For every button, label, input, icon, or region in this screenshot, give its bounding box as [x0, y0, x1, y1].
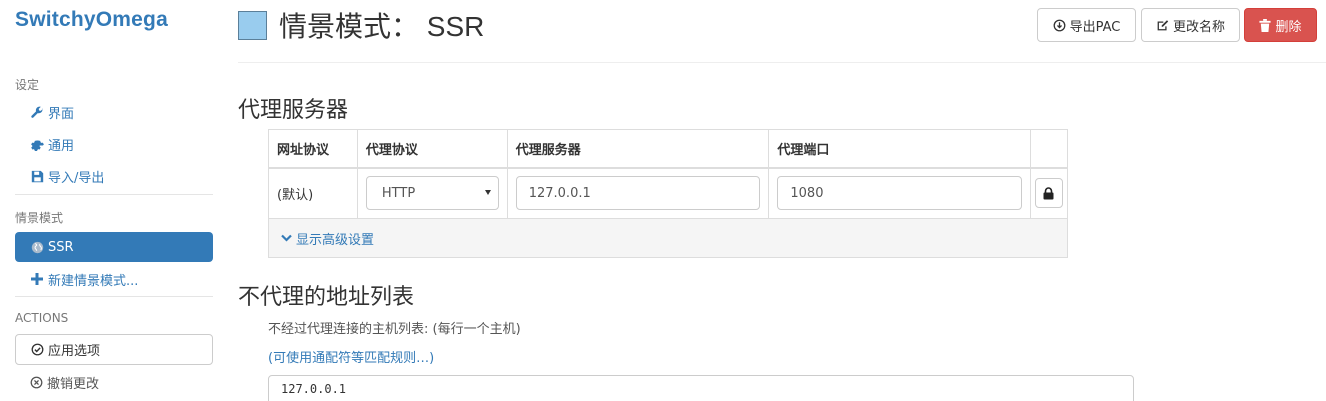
actions-cell — [1029, 167, 1069, 219]
edit-icon — [1156, 19, 1169, 32]
delete-label: 删除 — [1275, 19, 1302, 35]
column-header-actions — [1029, 129, 1069, 169]
table-header-row: 网址协议 代理协议 代理服务器 代理端口 — [268, 129, 1069, 169]
floppy-icon — [29, 168, 45, 184]
protocol-cell: HTTP — [356, 167, 508, 219]
proxy-server-input[interactable]: 127.0.0.1 — [515, 176, 761, 211]
lock-icon — [1043, 187, 1054, 200]
discard-changes-label: 撤销更改 — [47, 376, 100, 392]
trash-icon — [1259, 18, 1272, 32]
protocol-select[interactable]: HTTP — [365, 176, 499, 211]
gear-icon — [29, 136, 45, 152]
bypass-list-textarea[interactable]: 127.0.0.1 — [268, 375, 1134, 401]
caret-down-icon — [484, 190, 491, 196]
delete-button[interactable]: 删除 — [1244, 8, 1317, 42]
page-title: 情景模式： SSR — [279, 11, 485, 42]
profile-color-swatch[interactable] — [238, 10, 267, 40]
sidebar-item-label: 导入/导出 — [48, 170, 105, 186]
apply-options-button[interactable]: 应用选项 — [15, 334, 213, 365]
new-profile-label: 新建情景模式... — [48, 273, 139, 289]
proxy-servers-table: 网址协议 代理协议 代理服务器 代理端口 (默认) HTTP 127.0.0.1 — [268, 129, 1069, 258]
sidebar-item-interface[interactable]: 界面 — [15, 97, 213, 127]
discard-changes-button[interactable]: 撤销更改 — [15, 367, 99, 397]
globe-icon — [29, 239, 45, 255]
sidebar-item-import-export[interactable]: 导入/导出 — [15, 161, 213, 191]
check-circle-icon — [31, 343, 44, 356]
column-header-port: 代理端口 — [768, 129, 1031, 169]
profiles-header: 情景模式 — [15, 211, 64, 225]
sidebar-item-label: 通用 — [48, 138, 75, 154]
column-header-scheme: 网址协议 — [268, 129, 358, 169]
sidebar-item-general[interactable]: 通用 — [15, 129, 213, 159]
brand-logo[interactable]: SwitchyOmega — [15, 8, 168, 32]
port-cell: 1080 — [768, 167, 1031, 219]
show-advanced-link[interactable]: 显示高级设置 — [281, 229, 374, 248]
sidebar-item-ssr[interactable]: SSR — [15, 232, 213, 262]
download-icon — [1053, 19, 1066, 32]
show-advanced-label: 显示高级设置 — [296, 232, 375, 248]
advanced-cell: 显示高级设置 — [268, 218, 1068, 258]
column-header-server: 代理服务器 — [506, 129, 770, 169]
divider — [15, 194, 213, 195]
apply-options-label: 应用选项 — [48, 344, 101, 359]
proxy-servers-heading: 代理服务器 — [238, 97, 349, 122]
proxy-port-input[interactable]: 1080 — [777, 176, 1022, 211]
table-row: (默认) HTTP 127.0.0.1 1080 — [268, 167, 1069, 219]
scheme-cell: (默认) — [268, 167, 358, 219]
plus-icon — [29, 271, 45, 287]
export-pac-label: 导出PAC — [1069, 19, 1121, 35]
header-divider — [238, 62, 1326, 63]
settings-header: 设定 — [15, 78, 40, 92]
divider — [15, 296, 213, 297]
rename-label: 更改名称 — [1172, 19, 1225, 35]
actions-header: ACTIONS — [15, 311, 69, 325]
bypass-list-heading: 不代理的地址列表 — [238, 284, 415, 309]
auth-lock-button[interactable] — [1034, 178, 1063, 209]
main-panel: 情景模式： SSR 导出PAC 更改名称 删除 代理服务器 网址协议 代理协议 … — [238, 0, 1326, 401]
chevron-down-icon — [281, 234, 292, 242]
sidebar-item-label: SSR — [48, 239, 74, 255]
x-circle-icon — [30, 376, 43, 389]
sidebar-item-label: 界面 — [48, 106, 75, 122]
column-header-protocol: 代理协议 — [356, 129, 508, 169]
new-profile-link[interactable]: 新建情景模式... — [15, 264, 213, 294]
export-pac-button[interactable]: 导出PAC — [1037, 8, 1136, 42]
rename-button[interactable]: 更改名称 — [1141, 8, 1240, 42]
title-row: 情景模式： SSR — [238, 8, 484, 42]
protocol-select-value: HTTP — [381, 185, 416, 201]
wildcard-rules-link[interactable]: (可使用通配符等匹配规则…) — [268, 347, 434, 366]
advanced-row: 显示高级设置 — [268, 218, 1068, 258]
bypass-help-text: 不经过代理连接的主机列表: (每行一个主机) — [268, 322, 521, 337]
sidebar: SwitchyOmega 设定 界面 通用 导入/导出 情景模式 SSR 新建情… — [0, 0, 228, 401]
server-cell: 127.0.0.1 — [506, 167, 770, 219]
wrench-icon — [29, 104, 45, 120]
